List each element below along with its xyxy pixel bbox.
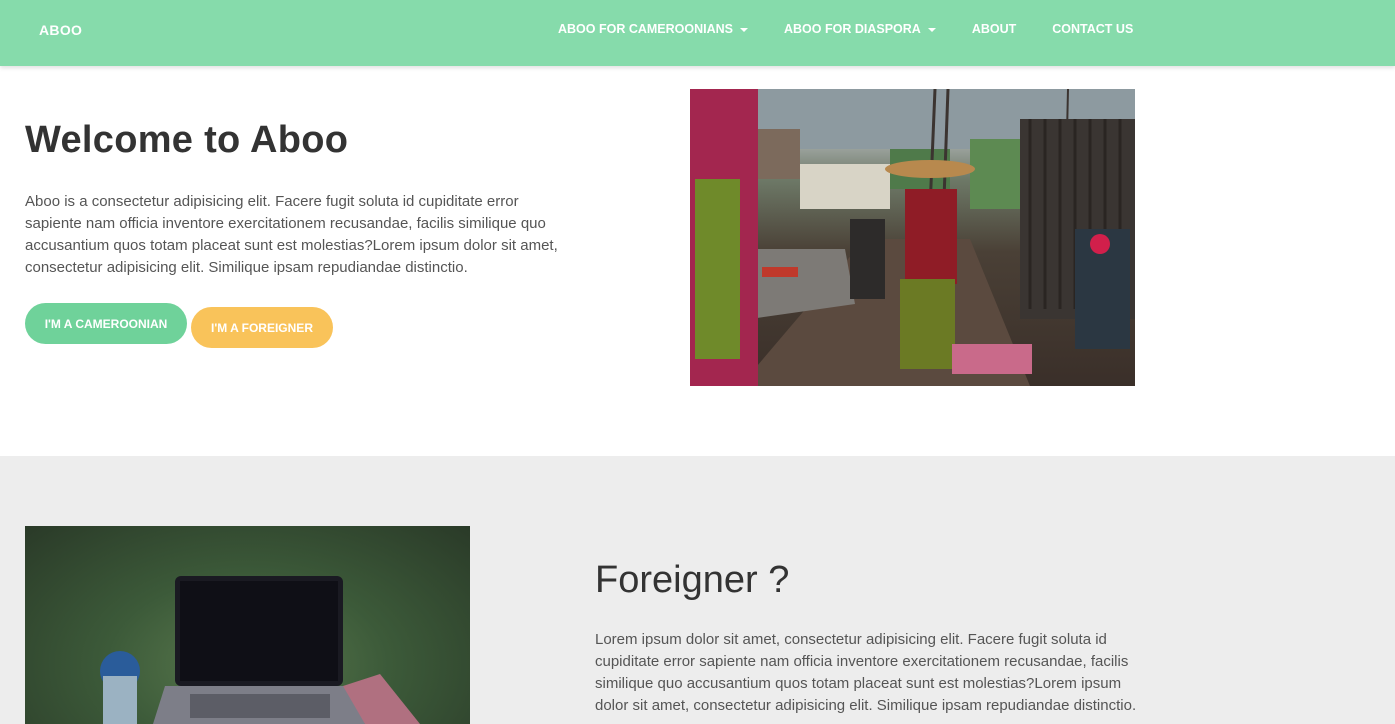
street-market-photo — [690, 89, 1135, 386]
nav-item-label: ABOUT — [971, 22, 1017, 36]
nav-item-aboo-for-diaspora[interactable]: ABOO FOR DIASPORA — [784, 22, 936, 36]
laptop-desk-photo — [25, 526, 470, 724]
foreigner-description: Lorem ipsum dolor sit amet, consectetur … — [595, 631, 1137, 714]
nav-item-about[interactable]: ABOUT — [972, 22, 1016, 36]
foreigner-button[interactable]: I'M A FOREIGNER — [191, 307, 333, 348]
brand-logo-link[interactable]: ABOO — [39, 22, 82, 38]
nav-item-label: ABOO FOR DIASPORA — [784, 22, 921, 36]
top-navbar: ABOO ABOO FOR CAMEROONIANS ABOO FOR DIAS… — [0, 0, 1395, 66]
nav-menu: ABOO FOR CAMEROONIANS ABOO FOR DIASPORA … — [558, 22, 1169, 36]
nav-item-label: CONTACT US — [1052, 22, 1134, 36]
foreigner-section: Foreigner ? Lorem ipsum dolor sit amet, … — [0, 456, 1395, 724]
hero-title: Welcome to Aboo — [25, 119, 349, 161]
caret-down-icon — [740, 27, 748, 32]
nav-item-contact-us[interactable]: CONTACT US — [1052, 22, 1133, 36]
hero-section: Welcome to Aboo Aboo is a consectetur ad… — [0, 66, 1395, 456]
cameroonian-button[interactable]: I'M A CAMEROONIAN — [25, 303, 187, 344]
hero-description: Aboo is a consectetur adipisicing elit. … — [25, 193, 558, 276]
foreigner-title: Foreigner ? — [595, 559, 790, 601]
nav-item-aboo-for-cameroonians[interactable]: ABOO FOR CAMEROONIANS — [558, 22, 748, 36]
caret-down-icon — [927, 27, 936, 32]
nav-item-label: ABOO FOR CAMEROONIANS — [558, 22, 733, 36]
